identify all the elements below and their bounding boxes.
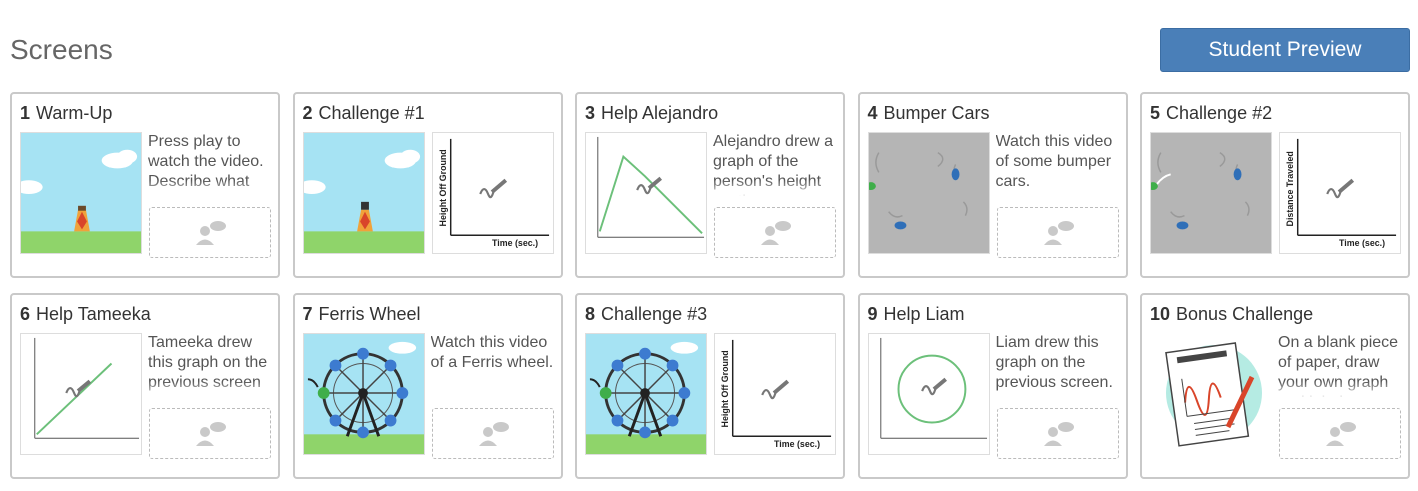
screen-number: 7 [302, 304, 313, 324]
screen-description: Watch this video of some bumper cars. [995, 133, 1113, 190]
screen-title: 6 Help Tameeka [20, 304, 151, 325]
screen-title: 8 Challenge #3 [585, 304, 707, 325]
text-fade [148, 381, 276, 399]
screens-page: Screens Student Preview 1 Warm-Up Press p… [0, 0, 1418, 491]
graph-x-label: Time (sec.) [492, 238, 538, 248]
ferris-wheel-icon [302, 333, 425, 455]
screen-name: Help Alejandro [601, 103, 719, 123]
screen-card-ferris-wheel[interactable]: 7 Ferris Wheel Watch this video of a Ferr… [292, 293, 563, 479]
paper-pencil-icon [1150, 333, 1272, 455]
graph-line-icon [20, 333, 142, 455]
student-preview-button[interactable]: Student Preview [1160, 28, 1410, 72]
screen-card-help-tameeka[interactable]: 6 Help Tameeka Tameeka drew this graph on… [10, 293, 280, 479]
screen-name: Challenge #1 [318, 103, 425, 123]
screen-card-help-liam[interactable]: 9 Help Liam Liam drew this graph on the p… [857, 293, 1128, 479]
ferris-wheel-icon [585, 333, 707, 455]
screen-description: Liam drew this graph on the previous scr… [995, 334, 1113, 391]
graph-y-label: Height Off Ground [720, 350, 730, 427]
screen-name: Challenge #3 [601, 304, 708, 324]
screen-title: 1 Warm-Up [20, 103, 112, 124]
chat-icon [196, 220, 226, 245]
response-box[interactable] [1279, 408, 1401, 459]
chat-icon [761, 220, 791, 245]
screen-card-bonus-challenge[interactable]: 10 Bonus Challenge On a blank piece of pa… [1140, 293, 1410, 479]
graph-x-label: Time (sec.) [774, 439, 820, 449]
screen-title: 5 Challenge #2 [1150, 103, 1272, 124]
screen-name: Bonus Challenge [1176, 304, 1314, 324]
screen-card-challenge-1[interactable]: 2 Challenge #1 Height Off Ground Time (sec… [292, 92, 563, 278]
screen-name: Warm-Up [36, 103, 113, 123]
screen-number: 2 [302, 103, 313, 123]
bumper-cars-icon [1150, 132, 1272, 254]
response-box[interactable] [149, 408, 271, 459]
response-box[interactable] [996, 207, 1119, 258]
screen-title: 3 Help Alejandro [585, 103, 718, 124]
screen-number: 8 [585, 304, 596, 324]
screen-name: Bumper Cars [883, 103, 990, 123]
chat-icon [1326, 421, 1356, 446]
response-box[interactable] [714, 207, 836, 258]
screen-title: 7 Ferris Wheel [303, 304, 421, 325]
screen-number: 1 [20, 103, 31, 123]
empty-graph: Distance Traveled Time (sec.) [1279, 132, 1401, 254]
text-fade [1278, 381, 1406, 399]
screen-name: Challenge #2 [1166, 103, 1273, 123]
screen-number: 3 [585, 103, 596, 123]
text-fade [713, 180, 841, 198]
graph-y-label: Height Off Ground [437, 149, 447, 226]
screen-title: 10 Bonus Challenge [1150, 304, 1313, 325]
screen-number: 4 [867, 103, 878, 123]
screen-card-help-alejandro[interactable]: 3 Help Alejandro Alejandro drew a graph o… [575, 92, 845, 278]
screen-number: 6 [20, 304, 31, 324]
page-title: Screens [10, 34, 113, 65]
sky-tower-icon [20, 132, 142, 254]
graph-peak-icon [585, 132, 707, 254]
screen-number: 10 [1150, 304, 1171, 324]
screen-name: Ferris Wheel [318, 304, 421, 324]
screen-title: 4 Bumper Cars [868, 103, 990, 124]
text-fade [148, 180, 276, 198]
screen-number: 5 [1150, 103, 1161, 123]
bumper-cars-icon [867, 132, 990, 254]
graph-y-label: Distance Traveled [1285, 151, 1295, 226]
graph-circle-icon [867, 333, 990, 455]
chat-icon [196, 421, 226, 446]
screen-card-challenge-3[interactable]: 8 Challenge #3 Height Off Ground Time (sec… [575, 293, 845, 479]
empty-graph: Height Off Ground Time (sec.) [714, 333, 836, 455]
empty-graph: Height Off Ground Time (sec.) [431, 132, 554, 254]
screen-title: 2 Challenge #1 [303, 103, 425, 124]
sky-tower-icon [302, 132, 425, 254]
response-box[interactable] [996, 408, 1119, 459]
response-box[interactable] [149, 207, 271, 258]
screen-card-warm-up[interactable]: 1 Warm-Up Press play to watch the video. … [10, 92, 280, 278]
chat-icon [478, 421, 509, 446]
screens-grid: 1 Warm-Up Press play to watch the video. … [10, 92, 1410, 479]
chat-icon [1043, 220, 1074, 245]
screen-number: 9 [867, 304, 878, 324]
graph-x-label: Time (sec.) [1339, 238, 1385, 248]
screen-name: Help Liam [883, 304, 965, 324]
screen-title: 9 Help Liam [868, 304, 965, 325]
response-box[interactable] [431, 408, 554, 459]
screen-card-bumper-cars[interactable]: 4 Bumper Cars Watch this video of some bu… [857, 92, 1128, 278]
screen-description: Watch this video of a Ferris wheel. [430, 334, 554, 371]
screen-card-challenge-2[interactable]: 5 Challenge #2 Distance Traveled Time (sec… [1140, 92, 1410, 278]
screen-name: Help Tameeka [36, 304, 151, 324]
chat-icon [1043, 421, 1074, 446]
